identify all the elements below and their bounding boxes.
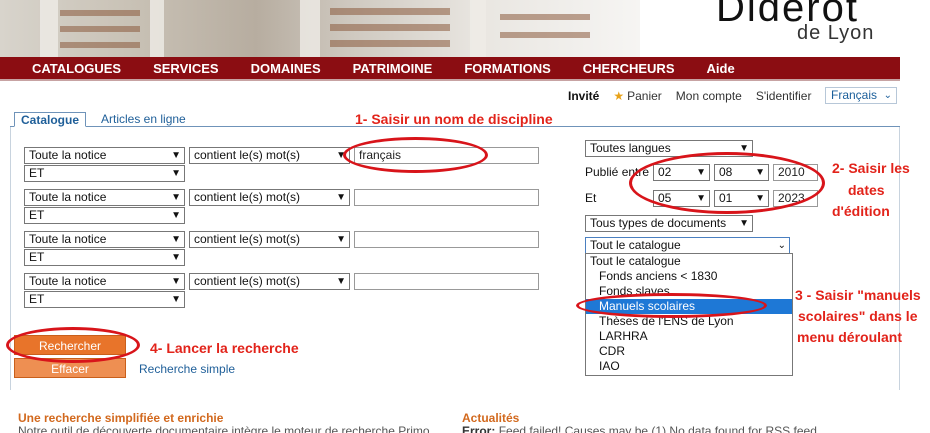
- annotation-2-line3: d'édition: [832, 203, 890, 219]
- annotation-ring-search: [6, 327, 140, 363]
- chevron-down-icon: ▼: [171, 234, 181, 245]
- bool-select-4-value: ET: [29, 292, 45, 306]
- star-icon: ★: [613, 89, 625, 103]
- operator-select-4-value: contient le(s) mot(s): [194, 274, 301, 288]
- library-photo: [0, 0, 640, 57]
- news-error-label: Error:: [462, 424, 496, 433]
- field-select-1-value: Toute la notice: [29, 148, 107, 162]
- account-link[interactable]: Mon compte: [676, 89, 742, 103]
- annotation-ring-dates: [629, 152, 825, 214]
- nav-services[interactable]: SERVICES: [137, 61, 235, 76]
- annotation-2-line1: 2- Saisir les: [832, 160, 910, 176]
- tab-catalogue[interactable]: Catalogue: [14, 112, 87, 127]
- doc-type-value: Tous types de documents: [590, 216, 727, 230]
- language-select[interactable]: Français ⌄: [825, 87, 897, 104]
- news-error-text: Feed failed! Causes may be (1) No data f…: [498, 424, 817, 433]
- chevron-down-icon: ▼: [739, 218, 749, 229]
- user-bar: Invité ★ Panier Mon compte S'identifier: [568, 88, 825, 104]
- field-select-3[interactable]: Toute la notice ▼: [24, 231, 185, 248]
- annotation-1: 1- Saisir un nom de discipline: [355, 111, 553, 127]
- field-select-4[interactable]: Toute la notice ▼: [24, 273, 185, 290]
- chevron-down-icon: ▼: [171, 150, 181, 161]
- nav-formations[interactable]: FORMATIONS: [448, 61, 566, 76]
- promo-text: Notre outil de découverte documentaire i…: [18, 424, 430, 433]
- guest-label: Invité: [568, 89, 600, 103]
- operator-select-2-value: contient le(s) mot(s): [194, 190, 301, 204]
- chevron-down-icon: ▼: [171, 276, 181, 287]
- chevron-down-icon: ▼: [171, 294, 181, 305]
- doc-type-select[interactable]: Tous types de documents ▼: [585, 215, 753, 232]
- annotation-ring-manuels: [576, 293, 767, 318]
- tab-articles[interactable]: Articles en ligne: [95, 112, 192, 127]
- bool-select-1-value: ET: [29, 166, 45, 180]
- chevron-down-icon: ▼: [171, 210, 181, 221]
- option-cdr[interactable]: CDR: [586, 344, 792, 359]
- nav-domaines[interactable]: DOMAINES: [235, 61, 337, 76]
- annotation-ring-discipline: [343, 137, 488, 173]
- nav-aide[interactable]: Aide: [691, 61, 751, 76]
- field-select-3-value: Toute la notice: [29, 232, 107, 246]
- language-value: Français: [831, 88, 878, 102]
- operator-select-1-value: contient le(s) mot(s): [194, 148, 301, 162]
- bool-select-2-value: ET: [29, 208, 45, 222]
- operator-select-3[interactable]: contient le(s) mot(s) ▼: [189, 231, 350, 248]
- option-tout[interactable]: Tout le catalogue: [586, 254, 792, 269]
- news-title: Actualités: [462, 411, 520, 425]
- annotation-3-line2: scolaires" dans le: [798, 308, 918, 324]
- chevron-down-icon: ▼: [171, 168, 181, 179]
- search-input-4[interactable]: [354, 273, 539, 290]
- operator-select-4[interactable]: contient le(s) mot(s) ▼: [189, 273, 350, 290]
- operator-select-2[interactable]: contient le(s) mot(s) ▼: [189, 189, 350, 206]
- language-filter-value: Toutes langues: [590, 141, 671, 155]
- cart-link[interactable]: Panier: [627, 89, 662, 103]
- header-banner: Diderot de Lyon: [0, 0, 930, 57]
- search-input-3[interactable]: [354, 231, 539, 248]
- chevron-down-icon: ▼: [171, 252, 181, 263]
- promo-title: Une recherche simplifiée et enrichie: [18, 411, 224, 425]
- annotation-4: 4- Lancer la recherche: [150, 340, 299, 356]
- nav-chercheurs[interactable]: CHERCHEURS: [567, 61, 691, 76]
- page: Diderot de Lyon CATALOGUES SERVICES DOMA…: [0, 0, 930, 433]
- catalogue-select[interactable]: Tout le catalogue ⌄: [585, 237, 790, 254]
- news-text: Error: Feed failed! Causes may be (1) No…: [462, 424, 817, 433]
- field-select-4-value: Toute la notice: [29, 274, 107, 288]
- chevron-down-icon: ⌄: [777, 240, 786, 251]
- bool-select-4[interactable]: ET ▼: [24, 291, 185, 308]
- chevron-down-icon: ▼: [336, 192, 346, 203]
- chevron-down-icon: ⌄: [883, 90, 892, 101]
- chevron-down-icon: ▼: [336, 276, 346, 287]
- search-input-2[interactable]: [354, 189, 539, 206]
- chevron-down-icon: ▼: [171, 192, 181, 203]
- logo-subtitle: de Lyon: [797, 22, 875, 44]
- operator-select-3-value: contient le(s) mot(s): [194, 232, 301, 246]
- bool-select-2[interactable]: ET ▼: [24, 207, 185, 224]
- annotation-3-line3: menu déroulant: [797, 329, 903, 345]
- annotation-3-line1: 3 - Saisir "manuels: [795, 287, 921, 303]
- operator-select-1[interactable]: contient le(s) mot(s) ▼: [189, 147, 350, 164]
- option-larhra[interactable]: LARHRA: [586, 329, 792, 344]
- annotation-2-line2: dates: [848, 182, 885, 198]
- bool-select-1[interactable]: ET ▼: [24, 165, 185, 182]
- nav-patrimoine[interactable]: PATRIMOINE: [337, 61, 449, 76]
- option-iao[interactable]: IAO: [586, 359, 792, 374]
- option-fonds-anciens[interactable]: Fonds anciens < 1830: [586, 269, 792, 284]
- simple-search-link[interactable]: Recherche simple: [139, 362, 235, 376]
- field-select-1[interactable]: Toute la notice ▼: [24, 147, 185, 164]
- bool-select-3-value: ET: [29, 250, 45, 264]
- field-select-2[interactable]: Toute la notice ▼: [24, 189, 185, 206]
- catalogue-select-value: Tout le catalogue: [590, 238, 681, 252]
- and-label: Et: [585, 191, 597, 205]
- bool-select-3[interactable]: ET ▼: [24, 249, 185, 266]
- nav-catalogues[interactable]: CATALOGUES: [0, 61, 137, 76]
- chevron-down-icon: ▼: [336, 234, 346, 245]
- main-nav: CATALOGUES SERVICES DOMAINES PATRIMOINE …: [0, 57, 900, 81]
- field-select-2-value: Toute la notice: [29, 190, 107, 204]
- login-link[interactable]: S'identifier: [756, 89, 812, 103]
